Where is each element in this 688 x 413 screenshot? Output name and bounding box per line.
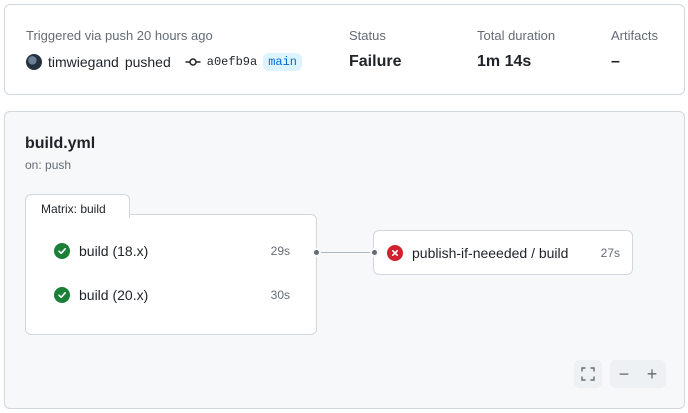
connector-dot-in	[370, 248, 379, 257]
job-publish-if-needed[interactable]: publish-if-neeeded / build 27s	[373, 230, 633, 275]
x-circle-icon	[387, 244, 403, 261]
fullscreen-button[interactable]	[574, 360, 602, 388]
job-duration: 29s	[270, 244, 290, 258]
commit-icon	[185, 58, 201, 66]
status-section: Status Failure	[349, 28, 401, 71]
job-build-18x[interactable]: build (18.x) 29s	[54, 243, 290, 259]
zoom-controls: − +	[610, 360, 666, 388]
workflow-trigger: on: push	[25, 158, 72, 172]
duration-label: Total duration	[477, 28, 556, 43]
duration-section: Total duration 1m 14s	[477, 28, 555, 71]
status-label: Status	[349, 28, 386, 43]
matrix-label: Matrix: build	[25, 194, 130, 218]
check-circle-icon	[54, 243, 70, 259]
trigger-text: Triggered via push 20 hours ago	[26, 28, 213, 43]
avatar[interactable]	[26, 54, 42, 70]
job-name: publish-if-neeeded / build	[412, 244, 569, 261]
job-build-20x[interactable]: build (20.x) 30s	[54, 287, 290, 303]
status-value: Failure	[349, 53, 402, 70]
workflow-file-title: build.yml	[25, 135, 96, 152]
job-name: build (20.x)	[79, 287, 149, 303]
job-connector-line	[319, 252, 374, 253]
commit-sha-link[interactable]: a0efb9a	[207, 55, 257, 69]
artifacts-section: Artifacts –	[611, 28, 658, 71]
zoom-out-button[interactable]: −	[610, 360, 638, 388]
artifacts-label: Artifacts	[611, 28, 658, 43]
push-action: pushed	[124, 54, 171, 70]
job-duration: 30s	[270, 288, 290, 302]
job-duration: 27s	[600, 245, 620, 260]
matrix-group: build (18.x) 29s build (20.x) 30s	[25, 214, 317, 335]
fullscreen-icon	[581, 367, 595, 381]
connector-dot-out	[312, 248, 321, 257]
run-summary-card: Triggered via push 20 hours ago timwiega…	[4, 4, 685, 95]
check-circle-icon	[54, 287, 70, 303]
branch-badge[interactable]: main	[263, 53, 302, 71]
artifacts-value: –	[611, 53, 620, 70]
zoom-in-button[interactable]: +	[638, 360, 666, 388]
workflow-graph: build.yml on: push Matrix: build build (…	[4, 111, 685, 409]
job-name: build (18.x)	[79, 243, 149, 259]
user-link[interactable]: timwiegand	[48, 54, 119, 70]
duration-value: 1m 14s	[477, 53, 532, 70]
push-info: timwiegand pushed a0efb9a main	[26, 53, 302, 71]
